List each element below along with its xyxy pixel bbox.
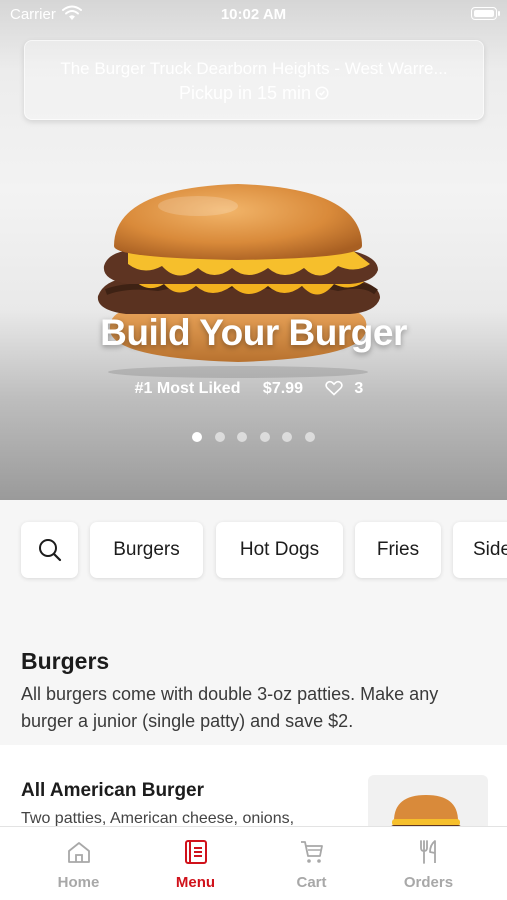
tab-orders-label: Orders (403, 874, 454, 891)
tab-menu[interactable]: Menu (137, 827, 254, 900)
cart-icon (301, 841, 323, 863)
like-count-value: 3 (354, 380, 364, 397)
tab-menu-label: Menu (175, 874, 216, 891)
carousel-dot[interactable] (304, 432, 315, 442)
home-icon (68, 842, 90, 863)
clock: 10:02 AM (220, 6, 287, 23)
carousel-dot[interactable] (192, 432, 203, 442)
category-tab-sides[interactable]: Sides (453, 522, 507, 578)
bottom-tab-bar: Home Menu Cart Orders (0, 826, 507, 900)
like-count[interactable]: 3 (325, 380, 372, 397)
clock-check-icon (315, 86, 329, 100)
carousel-dot[interactable] (282, 432, 293, 442)
section-description: All burgers come with double 3-oz pattie… (21, 684, 439, 731)
orders-icon (420, 840, 436, 864)
burgers-section-header: Burgers All burgers come with double 3-o… (0, 600, 507, 745)
category-tab-fries[interactable]: Fries (355, 522, 441, 578)
tab-orders[interactable]: Orders (370, 827, 487, 900)
menu-icon (185, 840, 207, 864)
search-button[interactable] (21, 522, 78, 578)
tab-cart-label: Cart (296, 874, 327, 891)
tab-cart[interactable]: Cart (253, 827, 370, 900)
hero-banner[interactable]: Carrier 10:02 AM The Burger Truck Dearbo… (0, 0, 507, 500)
pickup-location-card[interactable]: The Burger Truck Dearborn Heights - West… (24, 40, 484, 120)
carousel-dot[interactable] (259, 432, 270, 442)
hero-meta: #1 Most Liked $7.99 3 (0, 380, 507, 398)
section-title: Burgers (21, 648, 110, 674)
menu-item-card[interactable]: All American Burger Two patties, America… (0, 745, 507, 835)
hero-title: Build Your Burger (100, 312, 407, 353)
carousel-dot[interactable] (214, 432, 225, 442)
pickup-time-label: Pickup in 15 min (178, 83, 312, 103)
menu-item-name: All American Burger (21, 780, 205, 801)
tab-home[interactable]: Home (20, 827, 137, 900)
status-bar: Carrier 10:02 AM (0, 0, 507, 30)
location-name: The Burger Truck Dearborn Heights - West… (60, 59, 448, 78)
pickup-time: Pickup in 15 min (25, 83, 483, 104)
category-bar: Burgers Hot Dogs Fries Sides (0, 500, 507, 600)
battery-icon (471, 7, 500, 20)
category-tab-hot-dogs[interactable]: Hot Dogs (216, 522, 343, 578)
carousel-dot[interactable] (237, 432, 248, 442)
search-icon (38, 539, 61, 562)
category-tab-burgers[interactable]: Burgers (90, 522, 203, 578)
heart-icon (325, 380, 344, 396)
popularity-badge: #1 Most Liked (134, 380, 241, 397)
tab-home-label: Home (57, 874, 100, 891)
carousel-pagination[interactable] (0, 429, 507, 447)
hero-price: $7.99 (262, 380, 303, 397)
